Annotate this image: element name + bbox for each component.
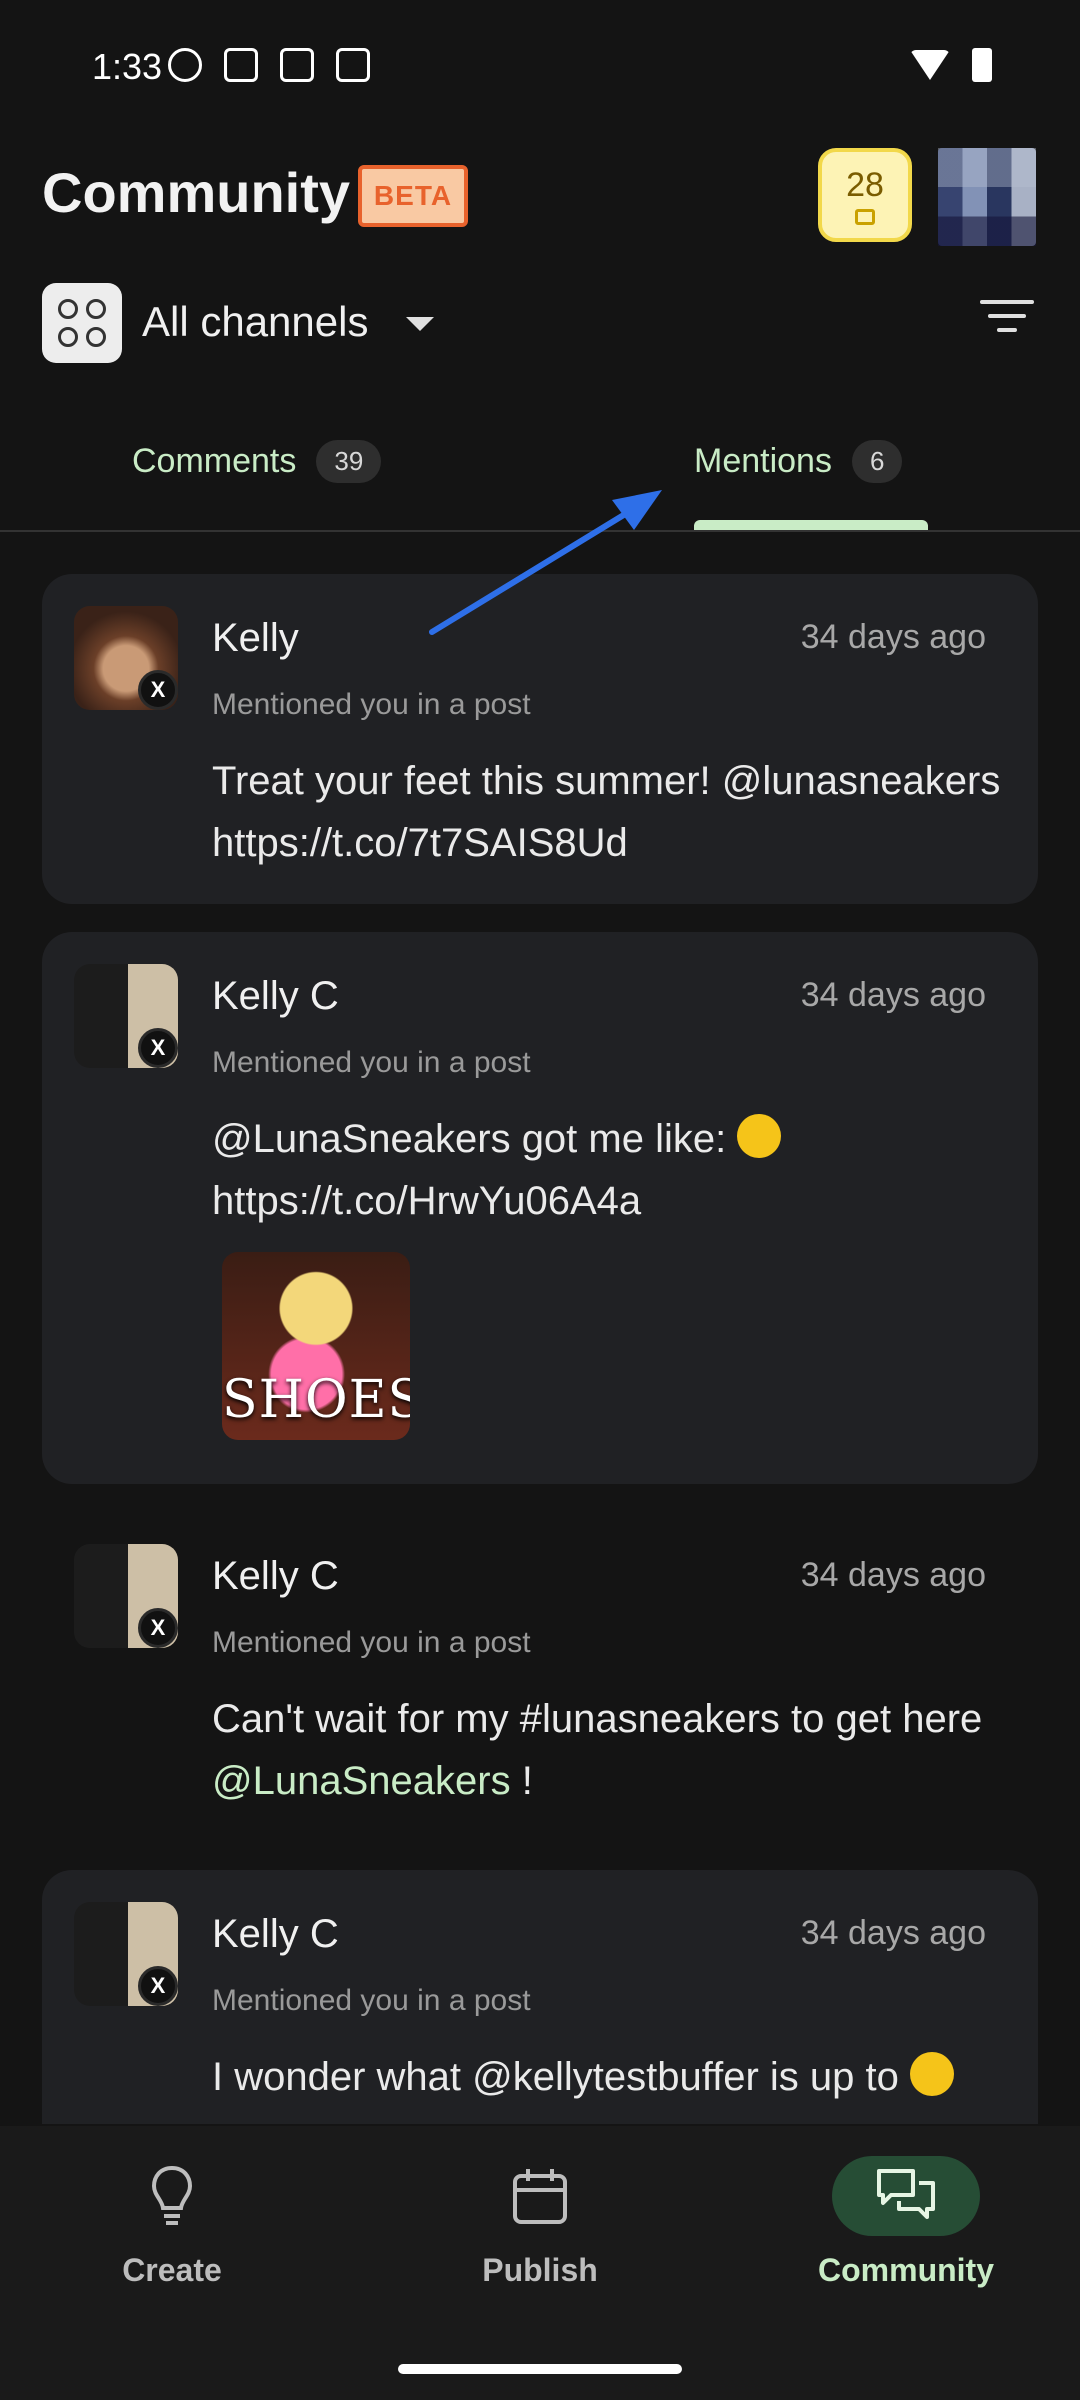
mention-link[interactable]: https://t.co/HrwYu06A4a <box>212 1179 641 1223</box>
tab-divider <box>0 530 1080 532</box>
chevron-down-icon[interactable] <box>406 317 434 331</box>
mention-text: Treat your feet this summer! @lunasneake… <box>212 759 1001 865</box>
mention-card[interactable]: X Kelly C 34 days ago Mentioned you in a… <box>42 1870 1038 2124</box>
battery-icon <box>972 48 992 82</box>
wifi-icon <box>910 50 950 80</box>
author-name: Kelly C <box>212 1554 339 1598</box>
pinwheel-icon <box>168 48 202 82</box>
nav-create[interactable]: Create <box>62 2156 282 2289</box>
mention-text: I wonder what @kellytestbuffer is up to <box>212 2046 1022 2108</box>
download-icon <box>336 48 370 82</box>
lightbulb-icon <box>151 2165 193 2225</box>
status-system-icons <box>910 48 992 82</box>
x-logo-icon: X <box>138 670 178 710</box>
bottom-navigation: Create Publish Community <box>0 2126 1080 2400</box>
heart-eyes-emoji-icon <box>737 1114 782 1158</box>
tab-count-badge: 39 <box>316 440 382 483</box>
author-name: Kelly <box>212 616 299 660</box>
screen-icon <box>224 48 258 82</box>
mention-subtitle: Mentioned you in a post <box>212 1046 531 1079</box>
mention-subtitle: Mentioned you in a post <box>212 1626 531 1659</box>
active-tab-indicator <box>694 520 928 530</box>
tab-mentions[interactable]: Mentions 6 <box>694 440 903 483</box>
mention-subtitle: Mentioned you in a post <box>212 1984 531 2017</box>
page-title: Community <box>42 161 350 224</box>
mention-text-line: @LunaSneakers got me like: <box>212 1117 727 1161</box>
credits-button[interactable]: 28 <box>818 148 912 242</box>
mention-card[interactable]: X Kelly C 34 days ago Mentioned you in a… <box>42 1512 1038 1842</box>
tab-label: Comments <box>132 442 297 480</box>
nav-label: Community <box>818 2252 994 2288</box>
x-logo-icon: X <box>138 1608 178 1648</box>
author-name: Kelly C <box>212 1912 339 1956</box>
mentions-feed[interactable]: X Kelly 34 days ago Mentioned you in a p… <box>0 574 1080 2124</box>
play-store-icon <box>280 48 314 82</box>
mention-handle-link[interactable]: @LunaSneakers <box>212 1759 511 1803</box>
post-time: 34 days ago <box>800 1556 986 1594</box>
tab-comments[interactable]: Comments 39 <box>132 440 382 483</box>
tab-count-badge: 6 <box>851 440 903 483</box>
credits-count: 28 <box>846 165 884 204</box>
mention-text-after: ! <box>510 1759 533 1803</box>
nav-label: Publish <box>482 2252 598 2288</box>
post-time: 34 days ago <box>800 1914 986 1952</box>
status-time: 1:33 <box>92 46 163 87</box>
nav-active-pill <box>832 2156 980 2236</box>
nav-publish[interactable]: Publish <box>430 2156 650 2289</box>
mention-card[interactable]: X Kelly C 34 days ago Mentioned you in a… <box>42 932 1038 1484</box>
x-logo-icon: X <box>138 1966 178 2006</box>
mention-text-line: I wonder what @kellytestbuffer is up to <box>212 2055 899 2099</box>
profile-avatar[interactable] <box>938 148 1036 246</box>
thinking-emoji-icon <box>910 2052 954 2096</box>
tab-label: Mentions <box>694 442 832 480</box>
mention-text: Can't wait for my #lunasneakers to get h… <box>212 1688 1022 1812</box>
filter-icon[interactable] <box>980 300 1034 344</box>
mention-text: @LunaSneakers got me like: https://t.co/… <box>212 1108 1022 1232</box>
home-gesture-bar[interactable] <box>398 2364 682 2374</box>
mention-card[interactable]: X Kelly 34 days ago Mentioned you in a p… <box>42 574 1038 904</box>
media-caption: SHOES <box>222 1370 410 1430</box>
nav-label: Create <box>122 2252 222 2288</box>
chat-icon <box>855 208 875 225</box>
beta-badge: BETA <box>358 165 468 227</box>
mention-subtitle: Mentioned you in a post <box>212 688 531 721</box>
channels-grid-icon[interactable] <box>42 283 122 363</box>
post-time: 34 days ago <box>800 618 986 656</box>
chat-bubbles-icon <box>877 2169 935 2219</box>
author-name: Kelly C <box>212 974 339 1018</box>
calendar-icon <box>513 2169 567 2224</box>
mention-text-before: Can't wait for my #lunasneakers to get h… <box>212 1697 983 1741</box>
status-notification-icons <box>168 48 370 82</box>
media-thumbnail[interactable]: SHOES <box>222 1252 410 1440</box>
channel-selector[interactable]: All channels <box>142 298 368 346</box>
nav-community[interactable]: Community <box>796 2156 1016 2289</box>
status-bar: 1:33 <box>0 0 1080 135</box>
x-logo-icon: X <box>138 1028 178 1068</box>
post-time: 34 days ago <box>800 976 986 1014</box>
